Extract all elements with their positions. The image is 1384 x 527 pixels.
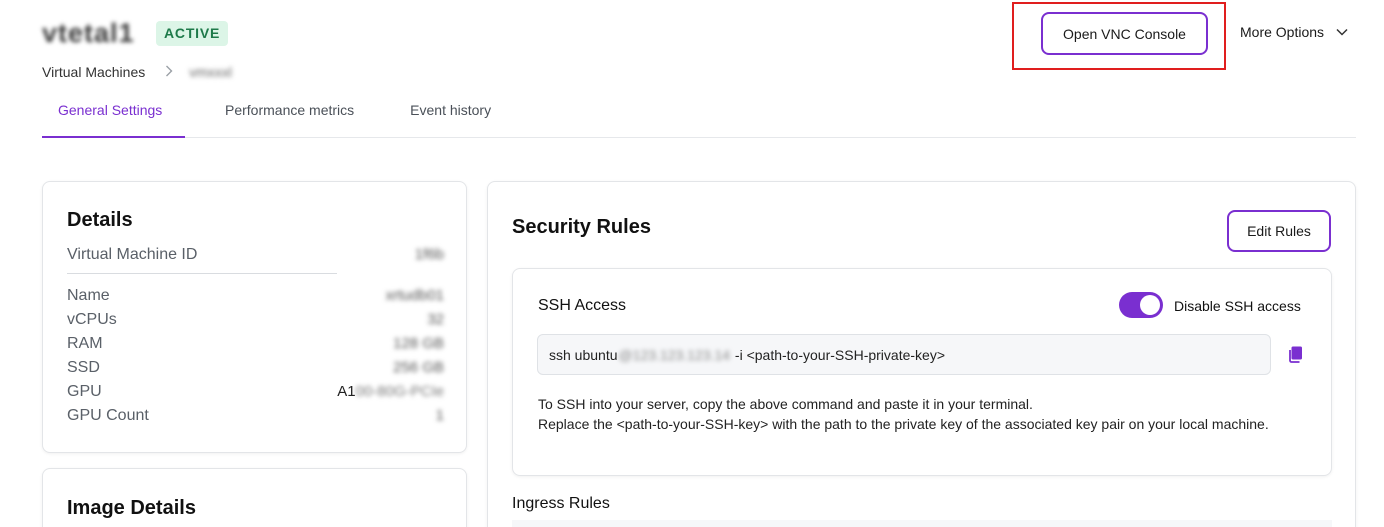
open-vnc-console-button[interactable]: Open VNC Console: [1041, 12, 1208, 55]
chevron-down-icon: [1336, 28, 1348, 36]
security-rules-card: Security Rules Edit Rules SSH Access Dis…: [487, 181, 1356, 527]
details-divider: [67, 273, 337, 274]
ssh-help-text: To SSH into your server, copy the above …: [538, 394, 1288, 434]
ssh-access-panel: SSH Access Disable SSH access ssh ubuntu…: [512, 268, 1332, 476]
gpu-count-value: 1: [435, 407, 444, 424]
toggle-knob: [1140, 295, 1160, 315]
copy-icon[interactable]: [1288, 345, 1304, 363]
ingress-rules-table: [512, 520, 1332, 527]
ssh-command-suffix: -i <path-to-your-SSH-private-key>: [731, 346, 945, 363]
vcpus-label: vCPUs: [67, 311, 117, 328]
vm-id-label: Virtual Machine ID: [67, 246, 198, 263]
tab-general-settings[interactable]: General Settings: [42, 92, 185, 138]
ssh-access-title: SSH Access: [538, 297, 627, 314]
tab-performance-metrics[interactable]: Performance metrics: [225, 92, 354, 137]
ssh-help-line-1: To SSH into your server, copy the above …: [538, 396, 1033, 412]
details-title: Details: [67, 209, 133, 231]
breadcrumb: Virtual Machines vmxxxl: [42, 64, 232, 80]
details-card: Details Virtual Machine ID 1f6b Name xrt…: [42, 181, 467, 453]
ram-label: RAM: [67, 335, 103, 352]
ssh-command-host: @123.123.123.14: [618, 346, 731, 363]
breadcrumb-current: vmxxxl: [189, 64, 233, 80]
ssd-value: 256 GB: [393, 359, 444, 376]
disable-ssh-toggle[interactable]: [1119, 292, 1163, 318]
ingress-rules-title: Ingress Rules: [512, 495, 610, 512]
gpu-value: A1 00-80G-PCIe: [337, 383, 444, 400]
ssh-help-line-2: Replace the <path-to-your-SSH-key> with …: [538, 416, 1269, 432]
disable-ssh-label: Disable SSH access: [1174, 298, 1301, 314]
tab-bar: General Settings Performance metrics Eve…: [42, 92, 1356, 138]
gpu-value-rest: 00-80G-PCIe: [355, 383, 444, 400]
ram-value: 128 GB: [393, 335, 444, 352]
security-rules-title: Security Rules: [512, 216, 651, 238]
vm-name: vtetal1: [42, 18, 135, 48]
name-value: xrtudb01: [385, 287, 444, 304]
gpu-label: GPU: [67, 383, 102, 400]
ssh-command-prefix: ssh ubuntu: [549, 346, 618, 363]
vcpus-value: 32: [427, 311, 444, 328]
chevron-right-icon: [165, 64, 173, 80]
ssd-label: SSD: [67, 359, 100, 376]
image-details-title: Image Details: [67, 497, 196, 519]
more-options-dropdown[interactable]: More Options: [1240, 24, 1348, 40]
name-label: Name: [67, 287, 110, 304]
image-details-card: Image Details: [42, 468, 467, 527]
vm-detail-page: vtetal1 ACTIVE Virtual Machines vmxxxl O…: [0, 0, 1384, 527]
ssh-command-field[interactable]: ssh ubuntu @123.123.123.14 -i <path-to-yo…: [537, 334, 1271, 375]
status-badge: ACTIVE: [156, 21, 229, 46]
vm-id-value: 1f6b: [414, 246, 444, 263]
tab-event-history[interactable]: Event history: [410, 92, 491, 137]
gpu-count-label: GPU Count: [67, 407, 149, 424]
edit-rules-button[interactable]: Edit Rules: [1227, 210, 1331, 252]
breadcrumb-virtual-machines[interactable]: Virtual Machines: [42, 64, 145, 80]
gpu-value-prefix: A1: [337, 383, 356, 400]
more-options-label: More Options: [1240, 24, 1325, 40]
